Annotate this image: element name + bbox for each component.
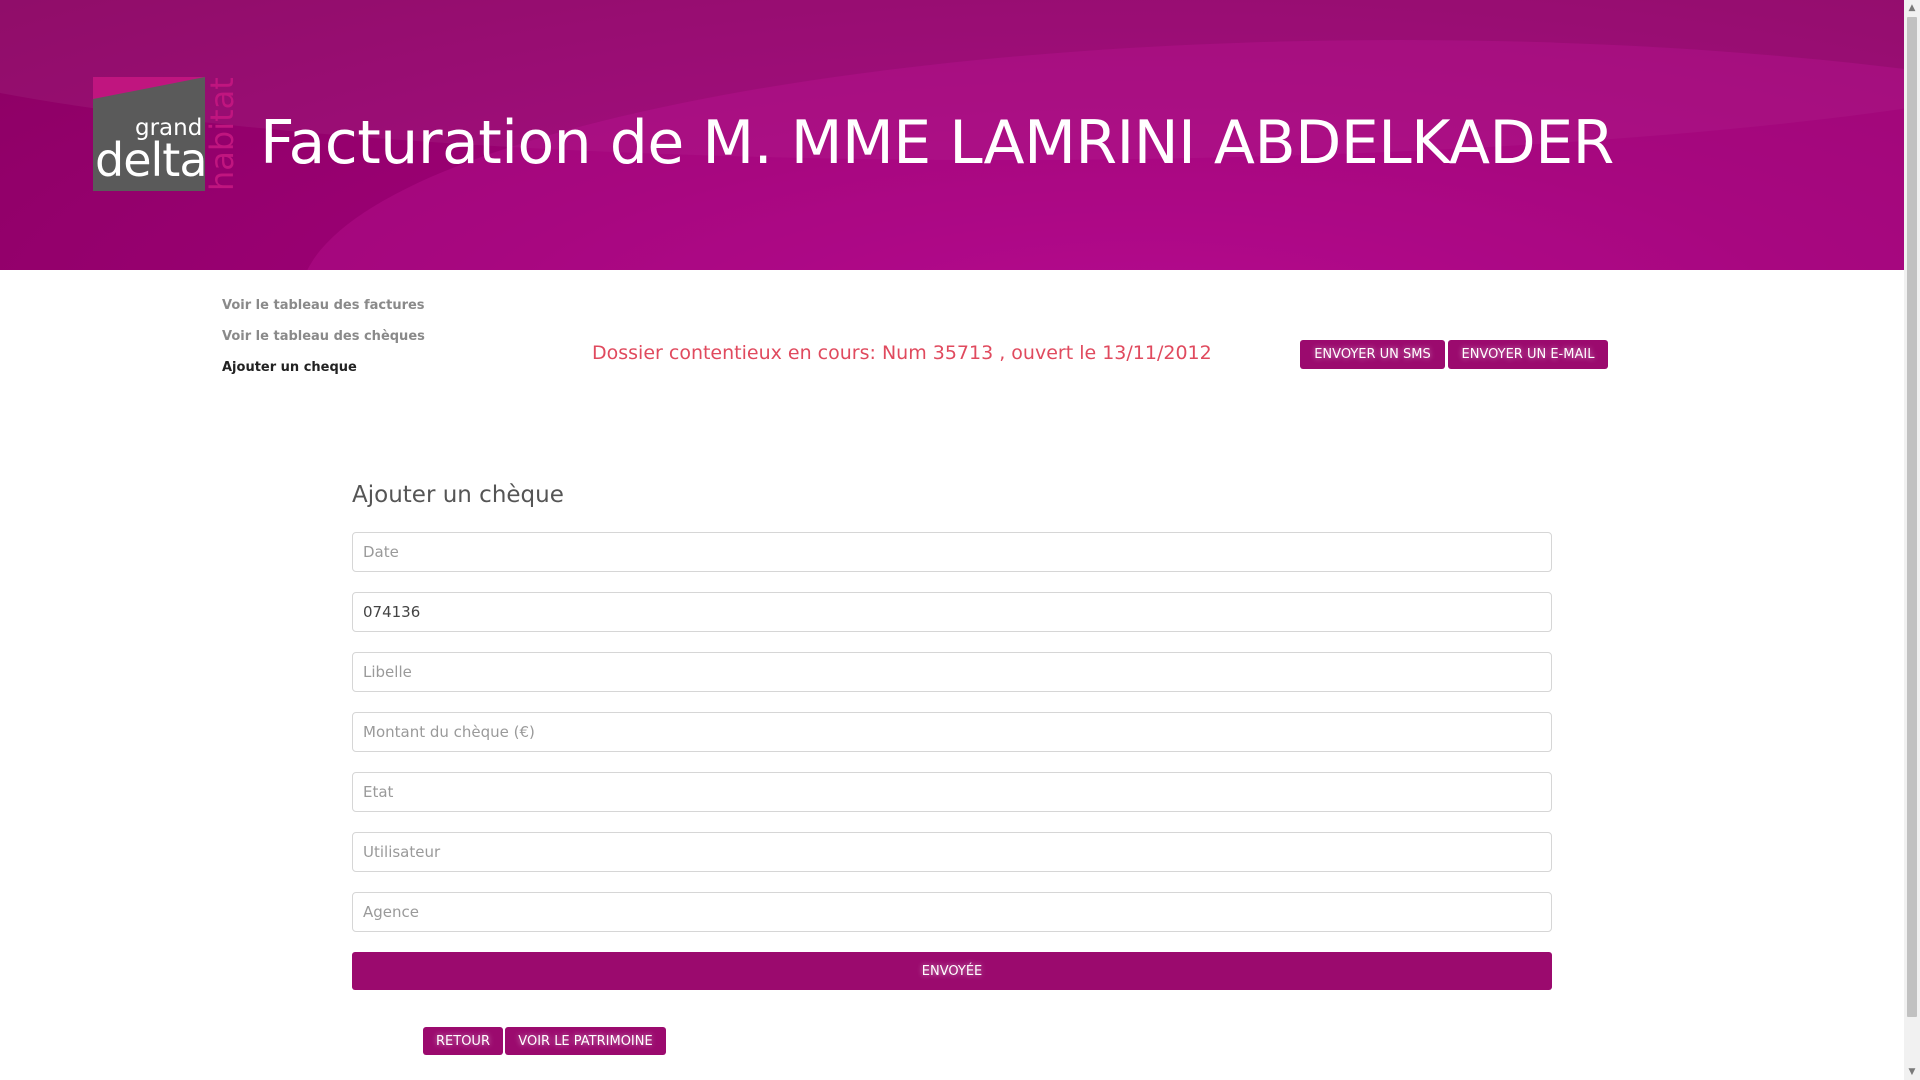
utilisateur-input[interactable] <box>352 832 1552 872</box>
cheque-number-input[interactable] <box>352 592 1552 632</box>
dossier-contentieux-notice: Dossier contentieux en cours: Num 35713 … <box>592 342 1212 364</box>
send-email-button[interactable]: ENVOYER UN E-MAIL <box>1448 340 1608 369</box>
retour-button[interactable]: RETOUR <box>423 1027 503 1055</box>
etat-input[interactable] <box>352 772 1552 812</box>
form-title: Ajouter un chèque <box>352 482 564 508</box>
nav-link-cheques[interactable]: Voir le tableau des chèques <box>222 327 482 358</box>
header-banner: grand delta habitat Facturation de M. MM… <box>0 0 1904 270</box>
scroll-down-arrow-icon[interactable]: ▼ <box>1904 1064 1920 1080</box>
logo-text-habitat: habitat <box>203 77 241 191</box>
libelle-input[interactable] <box>352 652 1552 692</box>
date-input[interactable] <box>352 532 1552 572</box>
grand-delta-habitat-logo: grand delta habitat <box>93 77 241 191</box>
scrollbar-thumb[interactable] <box>1907 17 1917 1017</box>
nav-link-ajouter-cheque[interactable]: Ajouter un cheque <box>222 358 482 389</box>
montant-input[interactable] <box>352 712 1552 752</box>
side-nav: Voir le tableau des factures Voir le tab… <box>222 296 482 389</box>
page-title: Facturation de M. MME LAMRINI ABDELKADER <box>260 108 1614 178</box>
scroll-up-arrow-icon[interactable]: ▲ <box>1904 0 1920 16</box>
vertical-scrollbar[interactable]: ▲ ▼ <box>1904 0 1920 1080</box>
add-cheque-form: Ajouter un chèque ENVOYÉE <box>352 480 1552 990</box>
page: grand delta habitat Facturation de M. MM… <box>0 0 1904 1080</box>
voir-patrimoine-button[interactable]: VOIR LE PATRIMOINE <box>505 1027 666 1055</box>
logo-text-delta: delta <box>95 133 205 187</box>
logo-box: grand delta <box>93 77 205 191</box>
submit-button[interactable]: ENVOYÉE <box>352 952 1552 990</box>
logo-pink-strip <box>93 77 205 99</box>
agence-input[interactable] <box>352 892 1552 932</box>
send-sms-button[interactable]: ENVOYER UN SMS <box>1300 340 1445 369</box>
nav-link-factures[interactable]: Voir le tableau des factures <box>222 296 482 327</box>
